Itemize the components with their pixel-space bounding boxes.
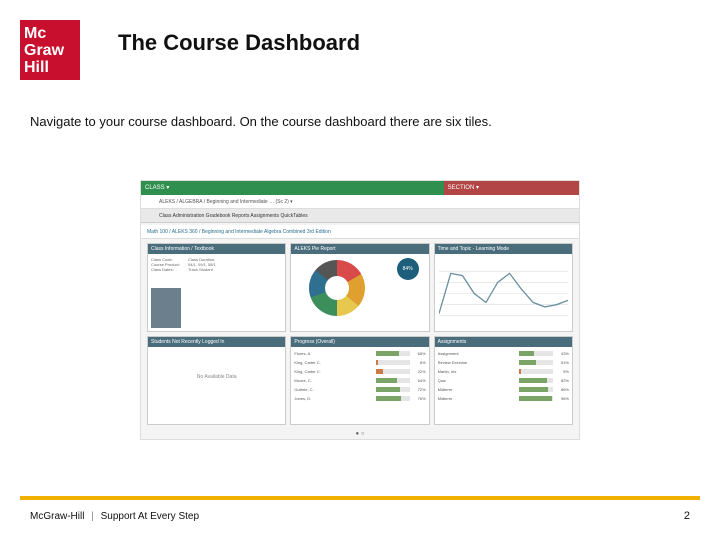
progress-bar	[376, 369, 410, 374]
progress-bar	[519, 369, 553, 374]
list-item: Martin, Iris 5%	[438, 367, 569, 375]
overview-right-col: Class Duration: 04/1, 09/1, 08/1 Track S…	[188, 257, 282, 272]
progress-bar	[376, 378, 410, 383]
footer-tagline: Support At Every Step	[101, 511, 199, 522]
class-dropdown[interactable]: CLASS ▾	[141, 181, 452, 195]
progress-bar	[519, 351, 553, 356]
row-name: King, Carter C.	[294, 369, 373, 374]
tile-progress-overall[interactable]: Progress (Overall) Flores, A. 68% King, Ca…	[290, 336, 429, 425]
course-title-line: Math 100 / ALEKS 360 / Beginning and Int…	[141, 225, 579, 239]
line-chart	[439, 260, 568, 327]
list-item: King, Carter C. 22%	[294, 367, 425, 375]
body-paragraph: Navigate to your course dashboard. On th…	[30, 114, 492, 129]
score-badge: 84%	[397, 258, 419, 280]
tile-class-overview[interactable]: Class Information / Textbook Class Code:…	[147, 243, 286, 332]
tile-assignments[interactable]: Assignments Assignment 43% Review Exercise…	[434, 336, 573, 425]
row-name: Guthrie, C.	[294, 387, 373, 392]
progress-bar	[376, 396, 410, 401]
footer-text: McGraw-Hill | Support At Every Step	[30, 511, 199, 522]
row-name: King, Carter C.	[294, 360, 373, 365]
list-item: Assignment 43%	[438, 349, 569, 357]
list-item: Review Exercise 51%	[438, 358, 569, 366]
list-item: Moore, C. 64%	[294, 376, 425, 384]
progress-list: Assignment 43% Review Exercise 51% Martin, I…	[438, 349, 569, 422]
row-name: Midterm	[438, 387, 517, 392]
footer-brand: McGraw-Hill	[30, 511, 84, 522]
list-item: Quiz 82%	[438, 376, 569, 384]
row-percent: 51%	[555, 360, 569, 365]
row-percent: 22%	[412, 369, 426, 374]
tiles-grid: Class Information / Textbook Class Code:…	[147, 243, 573, 425]
footer-separator: |	[91, 511, 94, 522]
progress-bar	[519, 378, 553, 383]
section-dropdown[interactable]: SECTION ▾	[444, 181, 579, 195]
row-percent: 8%	[412, 360, 426, 365]
row-percent: 76%	[412, 396, 426, 401]
progress-list: Flores, A.68%King, Carter C.8%King, Cart…	[294, 349, 425, 422]
list-item: Midterm 96%	[438, 394, 569, 402]
progress-bar	[519, 387, 553, 392]
logo-line: Hill	[24, 59, 76, 76]
list-item: Flores, A. 68%	[294, 349, 425, 357]
dashboard-screenshot: CLASS ▾ SECTION ▾ ALEKS / ALGEBRA / Begi…	[140, 180, 580, 440]
progress-bar	[376, 360, 410, 365]
brand-logo: Mc Graw Hill	[20, 20, 80, 80]
row-percent: 5%	[555, 369, 569, 374]
row-percent: 86%	[555, 387, 569, 392]
empty-state: No Available Data	[151, 374, 282, 380]
progress-bar	[376, 387, 410, 392]
row-name: Quiz	[438, 378, 517, 383]
row-percent: 82%	[555, 378, 569, 383]
row-percent: 68%	[412, 351, 426, 356]
list-item: Guthrie, C. 72%	[294, 385, 425, 393]
tile-time-topic[interactable]: Time and Topic - Learning Mode	[434, 243, 573, 332]
list-item: Midterm 86%	[438, 385, 569, 393]
tile-heading: Assignments	[435, 337, 572, 347]
tile-not-logged-in[interactable]: Students Not Recently Logged In No Avail…	[147, 336, 286, 425]
tile-heading: Progress (Overall)	[291, 337, 428, 347]
footer-accent-bar	[20, 496, 700, 500]
row-name: Martin, Iris	[438, 369, 517, 374]
row-name: Moore, C.	[294, 378, 373, 383]
row-percent: 96%	[555, 396, 569, 401]
logo-line: Mc	[24, 25, 76, 42]
list-item: Jones, D. 76%	[294, 394, 425, 402]
textbook-thumbnail	[151, 288, 181, 328]
progress-bar	[519, 396, 553, 401]
list-item: King, Carter C. 8%	[294, 358, 425, 366]
pager-dots[interactable]: ● ○	[141, 431, 579, 437]
page-title: The Course Dashboard	[118, 30, 360, 56]
breadcrumb[interactable]: ALEKS / ALGEBRA / Beginning and Intermed…	[141, 195, 579, 209]
pie-chart-icon	[309, 260, 365, 316]
row-percent: 72%	[412, 387, 426, 392]
progress-bar	[519, 360, 553, 365]
tile-pie-report[interactable]: ALEKS Pie Report 84%	[290, 243, 429, 332]
tile-heading: Class Information / Textbook	[148, 244, 285, 254]
row-name: Flores, A.	[294, 351, 373, 356]
nav-tabs[interactable]: Class Administration Gradebook Reports A…	[141, 209, 579, 223]
row-name: Midterm	[438, 396, 517, 401]
tile-heading: Students Not Recently Logged In	[148, 337, 285, 347]
row-percent: 43%	[555, 351, 569, 356]
tile-heading: Time and Topic - Learning Mode	[435, 244, 572, 254]
row-name: Review Exercise	[438, 360, 517, 365]
tile-heading: ALEKS Pie Report	[291, 244, 428, 254]
slide: Mc Graw Hill The Course Dashboard Naviga…	[0, 0, 720, 540]
row-percent: 64%	[412, 378, 426, 383]
page-number: 2	[684, 510, 690, 522]
logo-line: Graw	[24, 42, 76, 59]
label: Track Student	[188, 267, 282, 272]
row-name: Assignment	[438, 351, 517, 356]
row-name: Jones, D.	[294, 396, 373, 401]
progress-bar	[376, 351, 410, 356]
